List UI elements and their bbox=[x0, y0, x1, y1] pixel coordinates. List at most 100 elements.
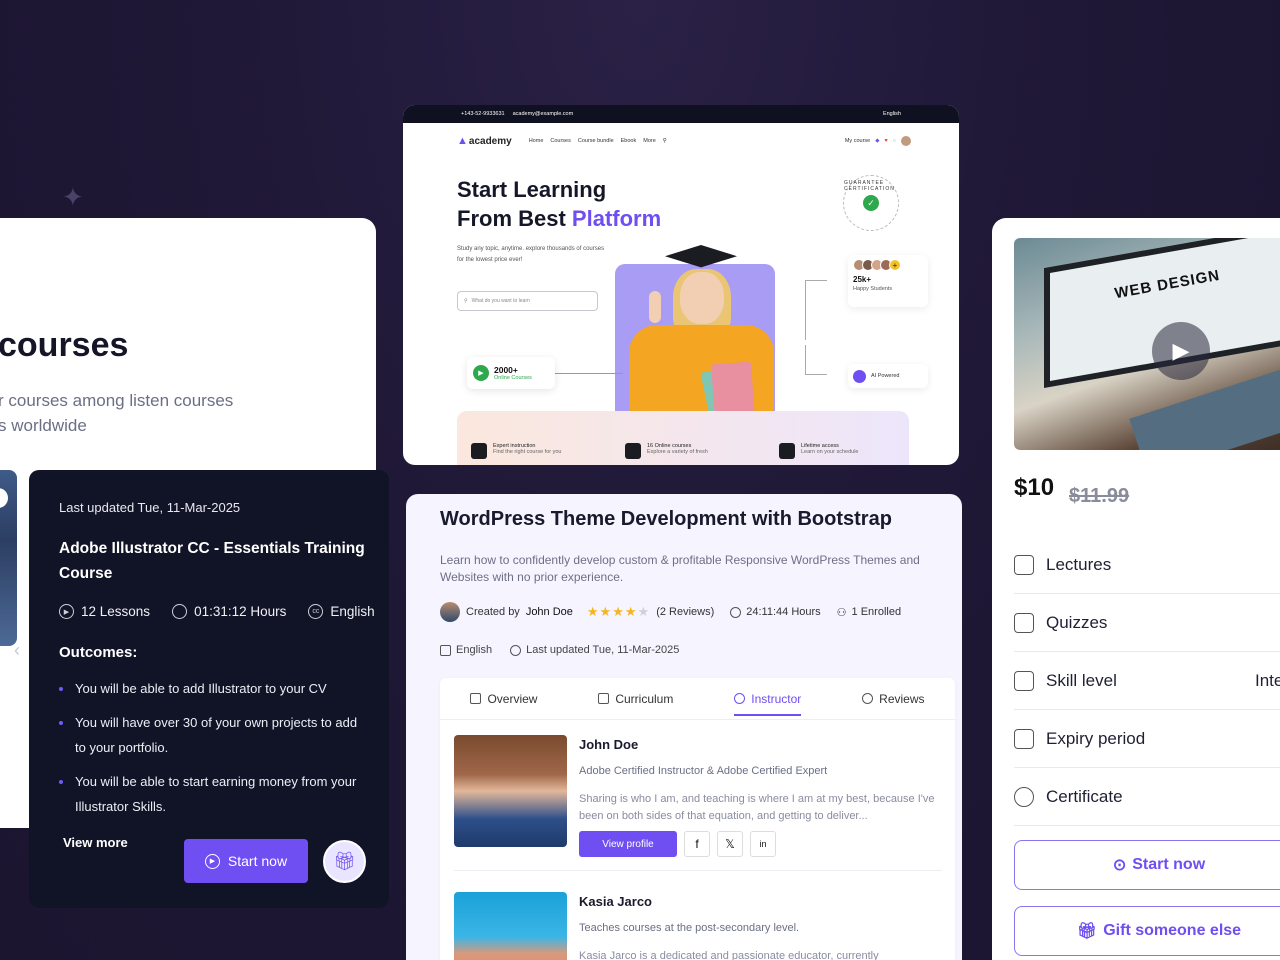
logo[interactable]: ▲ academy bbox=[457, 135, 512, 147]
users-icon: ⚇ bbox=[836, 606, 847, 619]
nav-item-more[interactable]: More bbox=[643, 138, 656, 144]
online-courses-count: 2000+ bbox=[494, 365, 518, 375]
heart-icon[interactable]: ♥ bbox=[884, 138, 887, 144]
course-meta: ▶ 12 Lessons 01:31:12 Hours cc English bbox=[59, 604, 375, 619]
online-courses-badge: ▶ 2000+ Online Courses bbox=[467, 357, 555, 389]
nav-item-course-bundle[interactable]: Course bundle bbox=[578, 138, 614, 144]
play-icon: ▶ bbox=[473, 365, 489, 381]
instructor-name[interactable]: John Doe bbox=[579, 737, 638, 752]
tab-curriculum[interactable]: Curriculum bbox=[598, 678, 673, 720]
tab-label: Curriculum bbox=[615, 691, 674, 706]
course-meta-row: English Last updated Tue, 11-Mar-2025 bbox=[440, 644, 679, 656]
email-text[interactable]: academy@example.com bbox=[513, 111, 574, 117]
linkedin-icon[interactable]: in bbox=[750, 831, 776, 857]
clock-icon bbox=[730, 606, 742, 618]
section-title: courses bbox=[0, 326, 129, 364]
tab-reviews[interactable]: Reviews bbox=[862, 678, 925, 720]
instructor-name[interactable]: Kasia Jarco bbox=[579, 894, 652, 909]
hero-person-hand bbox=[649, 291, 661, 323]
reviews-count: (2 Reviews) bbox=[656, 606, 715, 618]
course-title[interactable]: Adobe Illustrator CC - Essentials Traini… bbox=[59, 536, 369, 586]
language-select[interactable]: English bbox=[883, 111, 901, 117]
duration: 24:11:44 Hours bbox=[746, 606, 821, 618]
chat-icon bbox=[862, 693, 874, 704]
start-now-button[interactable]: ▶ Start now bbox=[184, 839, 308, 883]
search-icon[interactable]: ⚲ bbox=[663, 138, 667, 144]
created-by-label: Created by bbox=[466, 606, 520, 618]
play-circle-icon: ▶ bbox=[204, 853, 220, 869]
quizzes-icon bbox=[1014, 612, 1034, 633]
price: $10 bbox=[1014, 474, 1055, 501]
include-row: Skill level Inte bbox=[1014, 652, 1280, 710]
gift-button[interactable]: 🎁︎ bbox=[323, 840, 366, 883]
play-button[interactable]: ▶ bbox=[1152, 322, 1210, 380]
cart-icon[interactable]: ◆ bbox=[875, 138, 879, 144]
course-thumbnail[interactable]: WEB DESIGN ▶ bbox=[1014, 238, 1280, 450]
nav-item-courses[interactable]: Courses bbox=[550, 138, 570, 144]
last-updated: Last updated Tue, 11-Mar-2025 bbox=[59, 500, 241, 515]
bell-icon[interactable]: ◌ bbox=[893, 138, 896, 144]
outcome-item: You will be able to start earning money … bbox=[59, 769, 359, 819]
language: English bbox=[330, 604, 375, 619]
feature-item: Lifetime access Learn on your schedule bbox=[779, 443, 858, 459]
x-twitter-icon[interactable]: 𝕏 bbox=[717, 831, 743, 857]
user-icon bbox=[734, 693, 746, 704]
feature-sub: Explore a variety of fresh bbox=[647, 449, 708, 455]
feature-item: 16 Online courses Explore a variety of fr… bbox=[625, 443, 708, 459]
divider bbox=[454, 870, 942, 871]
start-now-button[interactable]: ⊙ Start now bbox=[1014, 840, 1280, 890]
headline-line-1: Start Learning bbox=[457, 177, 607, 202]
course-title: WordPress Theme Development with Bootstr… bbox=[440, 508, 892, 530]
headline-part: From Best bbox=[457, 206, 572, 231]
hero-search-input[interactable]: ⚲ What do you want to learn bbox=[457, 291, 598, 311]
last-updated: Last updated Tue, 11-Mar-2025 bbox=[526, 644, 680, 656]
gift-icon: 🎁︎ bbox=[333, 851, 356, 871]
language-icon: cc bbox=[308, 604, 324, 619]
certificate-icon bbox=[1014, 786, 1034, 807]
gift-icon: 🎁︎ bbox=[1076, 923, 1098, 940]
homepage-preview: +143-52-9933631 academy@example.com Engl… bbox=[403, 105, 959, 465]
logo-text: academy bbox=[468, 135, 512, 147]
keyboard-image bbox=[1129, 360, 1280, 450]
graduation-icon bbox=[625, 443, 641, 459]
include-row: Certificate bbox=[1014, 768, 1280, 826]
include-label: Lectures bbox=[1046, 554, 1112, 574]
start-now-label: Start now bbox=[1132, 856, 1206, 873]
phone-text[interactable]: +143-52-9933631 bbox=[461, 111, 505, 117]
tab-overview[interactable]: Overview bbox=[470, 678, 537, 720]
hero-subtext: Study any topic, anytime. explore thousa… bbox=[457, 246, 605, 263]
refresh-icon bbox=[510, 644, 522, 656]
creator-name[interactable]: John Doe bbox=[526, 606, 573, 618]
briefcase-icon bbox=[471, 443, 487, 459]
ai-powered-badge: AI Powered bbox=[848, 364, 928, 388]
include-row: Expiry period bbox=[1014, 710, 1280, 768]
include-value: Inte bbox=[1255, 670, 1280, 690]
top-bar: +143-52-9933631 academy@example.com Engl… bbox=[403, 105, 959, 123]
course-thumbnail-partial[interactable] bbox=[0, 470, 17, 646]
play-icon[interactable] bbox=[0, 488, 8, 508]
tab-label: Overview bbox=[487, 691, 538, 706]
nav-item-ebook[interactable]: Ebook bbox=[621, 138, 637, 144]
instructor-photo bbox=[454, 735, 567, 847]
gift-someone-button[interactable]: 🎁︎ Gift someone else bbox=[1014, 906, 1280, 956]
enrolled-count: 1 Enrolled bbox=[851, 606, 902, 618]
avatar[interactable] bbox=[901, 136, 911, 146]
guarantee-seal: GUARANTEE CERTIFICATION ✓ bbox=[843, 175, 899, 231]
view-more-link[interactable]: View more bbox=[63, 835, 128, 850]
tab-instructor[interactable]: Instructor bbox=[734, 678, 802, 720]
start-now-label: Start now bbox=[227, 853, 288, 869]
facebook-icon[interactable]: f bbox=[684, 831, 710, 857]
my-course-link[interactable]: My course bbox=[845, 138, 870, 144]
chevron-left-icon[interactable]: ‹ bbox=[14, 640, 20, 661]
lessons-icon: ▶ bbox=[59, 604, 74, 619]
outcomes-list: You will be able to add Illustrator to y… bbox=[59, 676, 359, 828]
nav-item-home[interactable]: Home bbox=[529, 138, 544, 144]
clock-icon bbox=[172, 604, 188, 619]
connector-line bbox=[555, 373, 623, 374]
expiry-icon bbox=[1014, 728, 1034, 749]
outcomes-heading: Outcomes: bbox=[59, 644, 138, 661]
include-label: Expiry period bbox=[1046, 728, 1146, 748]
instructor-item: John Doe Adobe Certified Instructor & Ad… bbox=[454, 735, 944, 865]
course-creator-row: Created by John Doe ★★★★★ (2 Reviews) 24… bbox=[440, 602, 901, 622]
view-profile-button[interactable]: View profile bbox=[579, 831, 677, 857]
